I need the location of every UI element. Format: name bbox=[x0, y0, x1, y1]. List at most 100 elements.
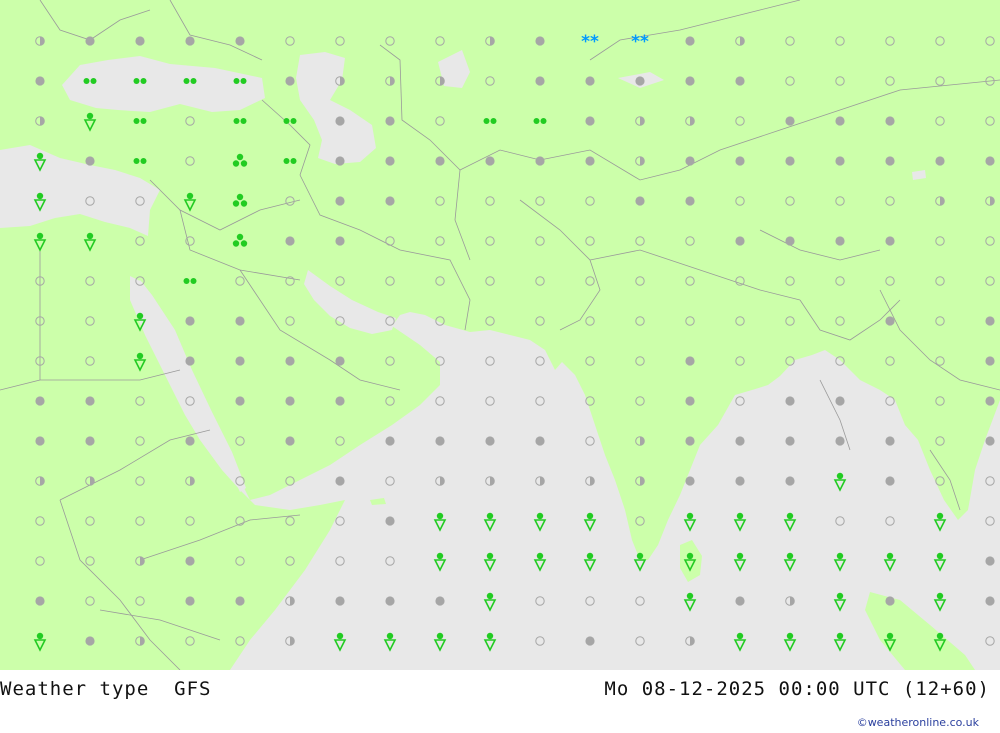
overcast-dot-icon bbox=[185, 36, 195, 46]
overcast-dot-icon bbox=[285, 396, 295, 406]
map-title: Weather type GFS bbox=[0, 678, 212, 700]
overcast-dot-icon bbox=[185, 436, 195, 446]
overcast-dot-icon bbox=[635, 196, 645, 206]
overcast-dot-icon bbox=[85, 36, 95, 46]
overcast-dot-icon bbox=[835, 396, 845, 406]
overcast-dot-icon bbox=[385, 116, 395, 126]
overcast-dot-icon bbox=[985, 596, 995, 606]
forecast-datetime: Mo 08-12-2025 00:00 UTC (12+60) bbox=[604, 678, 990, 700]
overcast-dot-icon bbox=[335, 596, 345, 606]
overcast-dot-icon bbox=[235, 356, 245, 366]
overcast-dot-icon bbox=[335, 236, 345, 246]
overcast-dot-icon bbox=[885, 596, 895, 606]
overcast-dot-icon bbox=[335, 356, 345, 366]
overcast-dot-icon bbox=[485, 156, 495, 166]
overcast-dot-icon bbox=[335, 476, 345, 486]
overcast-dot-icon bbox=[735, 236, 745, 246]
overcast-dot-icon bbox=[735, 156, 745, 166]
svg-text:**: ** bbox=[631, 32, 649, 52]
overcast-dot-icon bbox=[885, 156, 895, 166]
overcast-dot-icon bbox=[985, 396, 995, 406]
overcast-dot-icon bbox=[735, 76, 745, 86]
overcast-dot-icon bbox=[985, 436, 995, 446]
overcast-dot-icon bbox=[835, 156, 845, 166]
overcast-dot-icon bbox=[985, 156, 995, 166]
overcast-dot-icon bbox=[585, 156, 595, 166]
overcast-dot-icon bbox=[335, 396, 345, 406]
overcast-dot-icon bbox=[585, 76, 595, 86]
overcast-dot-icon bbox=[685, 36, 695, 46]
overcast-dot-icon bbox=[685, 396, 695, 406]
overcast-dot-icon bbox=[435, 156, 445, 166]
overcast-dot-icon bbox=[535, 436, 545, 446]
overcast-dot-icon bbox=[385, 156, 395, 166]
overcast-dot-icon bbox=[585, 116, 595, 126]
overcast-dot-icon bbox=[885, 116, 895, 126]
overcast-dot-icon bbox=[785, 116, 795, 126]
overcast-dot-icon bbox=[535, 156, 545, 166]
overcast-dot-icon bbox=[85, 156, 95, 166]
overcast-dot-icon bbox=[435, 596, 445, 606]
overcast-dot-icon bbox=[685, 356, 695, 366]
overcast-dot-icon bbox=[785, 156, 795, 166]
model-label: GFS bbox=[174, 678, 212, 700]
overcast-dot-icon bbox=[735, 476, 745, 486]
overcast-dot-icon bbox=[785, 436, 795, 446]
credit-link[interactable]: ©weatheronline.co.uk bbox=[857, 716, 979, 729]
snow-icon: ** bbox=[581, 32, 599, 52]
overcast-dot-icon bbox=[685, 196, 695, 206]
weather-map: ** ** bbox=[0, 0, 1000, 670]
overcast-dot-icon bbox=[185, 596, 195, 606]
overcast-dot-icon bbox=[85, 396, 95, 406]
overcast-dot-icon bbox=[185, 316, 195, 326]
overcast-dot-icon bbox=[735, 596, 745, 606]
overcast-dot-icon bbox=[385, 516, 395, 526]
overcast-dot-icon bbox=[885, 436, 895, 446]
overcast-dot-icon bbox=[985, 356, 995, 366]
overcast-dot-icon bbox=[785, 396, 795, 406]
title-label: Weather type bbox=[0, 678, 150, 700]
overcast-dot-icon bbox=[885, 316, 895, 326]
overcast-dot-icon bbox=[835, 116, 845, 126]
overcast-dot-icon bbox=[685, 76, 695, 86]
overcast-dot-icon bbox=[135, 36, 145, 46]
overcast-dot-icon bbox=[635, 76, 645, 86]
overcast-dot-icon bbox=[185, 356, 195, 366]
overcast-dot-icon bbox=[335, 116, 345, 126]
overcast-dot-icon bbox=[885, 476, 895, 486]
overcast-dot-icon bbox=[285, 236, 295, 246]
overcast-dot-icon bbox=[35, 436, 45, 446]
map-canvas: ** ** bbox=[0, 0, 1000, 670]
overcast-dot-icon bbox=[385, 436, 395, 446]
overcast-dot-icon bbox=[685, 476, 695, 486]
overcast-dot-icon bbox=[385, 596, 395, 606]
overcast-dot-icon bbox=[185, 556, 195, 566]
overcast-dot-icon bbox=[85, 636, 95, 646]
overcast-dot-icon bbox=[885, 236, 895, 246]
overcast-dot-icon bbox=[385, 196, 395, 206]
overcast-dot-icon bbox=[35, 76, 45, 86]
overcast-dot-icon bbox=[285, 436, 295, 446]
overcast-dot-icon bbox=[235, 316, 245, 326]
overcast-dot-icon bbox=[335, 156, 345, 166]
overcast-dot-icon bbox=[585, 636, 595, 646]
overcast-dot-icon bbox=[785, 236, 795, 246]
overcast-dot-icon bbox=[485, 436, 495, 446]
overcast-dot-icon bbox=[535, 36, 545, 46]
overcast-dot-icon bbox=[985, 316, 995, 326]
overcast-dot-icon bbox=[235, 596, 245, 606]
overcast-dot-icon bbox=[835, 436, 845, 446]
overcast-dot-icon bbox=[285, 76, 295, 86]
svg-text:**: ** bbox=[581, 32, 599, 52]
overcast-dot-icon bbox=[685, 436, 695, 446]
overcast-dot-icon bbox=[335, 196, 345, 206]
overcast-dot-icon bbox=[985, 556, 995, 566]
overcast-dot-icon bbox=[785, 476, 795, 486]
overcast-dot-icon bbox=[35, 396, 45, 406]
snow-icon: ** bbox=[631, 32, 649, 52]
overcast-dot-icon bbox=[835, 236, 845, 246]
overcast-dot-icon bbox=[285, 356, 295, 366]
overcast-dot-icon bbox=[235, 36, 245, 46]
overcast-dot-icon bbox=[935, 156, 945, 166]
overcast-dot-icon bbox=[435, 436, 445, 446]
